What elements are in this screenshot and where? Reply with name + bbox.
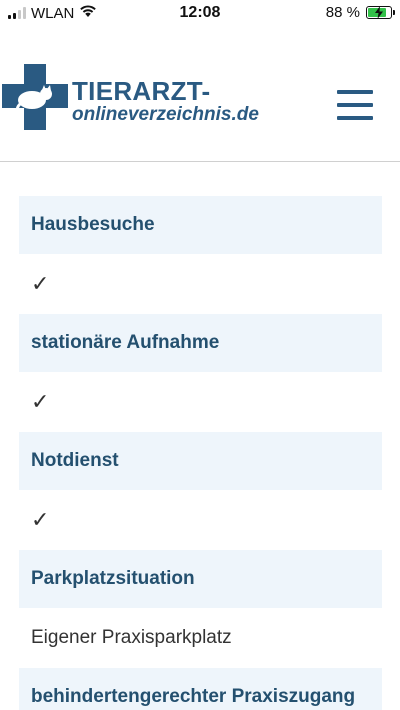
- charging-bolt-icon: [375, 6, 383, 19]
- detail-label-barrierefreiheit: behindertengerechter Praxiszugang: [19, 668, 382, 710]
- menu-bar-icon: [337, 90, 373, 94]
- site-logo[interactable]: TIERARZT- onlineverzeichnis.de: [2, 64, 272, 130]
- status-bar: WLAN 12:08 88 %: [0, 0, 400, 28]
- logo-title: TIERARZT-: [72, 76, 211, 106]
- detail-label-parkplatzsituation: Parkplatzsituation: [19, 550, 382, 608]
- battery-icon: [366, 6, 395, 19]
- menu-bar-icon: [337, 103, 373, 107]
- detail-value-parkplatzsituation: Eigener Praxisparkplatz: [31, 627, 232, 648]
- practice-details: Hausbesuche ✓ stationäre Aufnahme ✓ Notd…: [19, 196, 382, 710]
- detail-label-stationaere-aufnahme: stationäre Aufnahme: [19, 314, 382, 372]
- menu-bar-icon: [337, 116, 373, 120]
- detail-label-notdienst: Notdienst: [19, 432, 382, 490]
- site-header: TIERARZT- onlineverzeichnis.de: [0, 40, 400, 160]
- battery-percent: 88 %: [325, 4, 360, 21]
- detail-label-hausbesuche: Hausbesuche: [19, 196, 382, 254]
- hamburger-menu-button[interactable]: [337, 90, 373, 120]
- header-divider: [0, 161, 400, 162]
- vet-cross-icon: [2, 64, 68, 130]
- detail-value-hausbesuche: ✓: [31, 271, 50, 296]
- detail-value-notdienst: ✓: [31, 507, 50, 532]
- detail-value-stationaere-aufnahme: ✓: [31, 389, 50, 414]
- logo-subtitle: onlineverzeichnis.de: [72, 104, 259, 125]
- status-right: 88 %: [325, 4, 395, 21]
